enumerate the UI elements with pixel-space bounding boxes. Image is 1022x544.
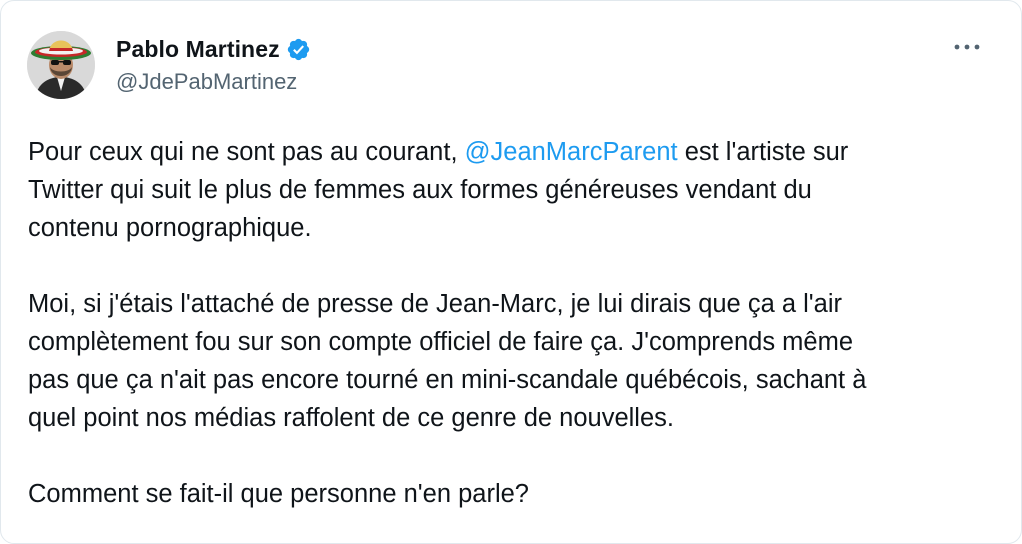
author-handle[interactable]: @JdePabMartinez xyxy=(116,69,297,95)
mention-link[interactable]: @JeanMarcParent xyxy=(465,138,678,166)
display-name[interactable]: Pablo Martinez xyxy=(116,36,280,63)
more-horizontal-icon xyxy=(954,44,980,50)
tweet-paragraph-3: Comment se fait-il que personne n'en par… xyxy=(28,475,998,513)
verified-badge-icon xyxy=(286,37,311,62)
tweet-text-segment: Twitter qui suit le plus de femmes aux f… xyxy=(28,176,812,204)
tweet-text-segment: Pour ceux qui ne sont pas au courant, xyxy=(28,138,465,166)
tweet-paragraph-1: Pour ceux qui ne sont pas au courant, @J… xyxy=(28,133,998,247)
author-name-row: Pablo Martinez xyxy=(116,35,311,63)
tweet-text-segment: pas que ça n'ait pas encore tourné en mi… xyxy=(28,366,867,394)
tweet-text-segment: est l'artiste sur xyxy=(677,138,849,166)
tweet-text-segment: contenu pornographique. xyxy=(28,214,312,242)
avatar[interactable] xyxy=(27,31,95,99)
tweet-text-segment: complètement fou sur son compte officiel… xyxy=(28,328,854,356)
tweet-paragraph-2: Moi, si j'étais l'attaché de presse de J… xyxy=(28,285,998,437)
more-options-button[interactable] xyxy=(947,31,987,63)
tweet-text: Pour ceux qui ne sont pas au courant, @J… xyxy=(28,133,998,513)
tweet-text-segment: Moi, si j'étais l'attaché de presse de J… xyxy=(28,290,842,318)
tweet-text-segment: quel point nos médias raffolent de ce ge… xyxy=(28,404,674,432)
tweet-text-segment: Comment se fait-il que personne n'en par… xyxy=(28,480,529,508)
tweet-card: Pablo Martinez @JdePabMartinez Pour ceux… xyxy=(0,0,1022,544)
avatar-image xyxy=(27,31,95,99)
